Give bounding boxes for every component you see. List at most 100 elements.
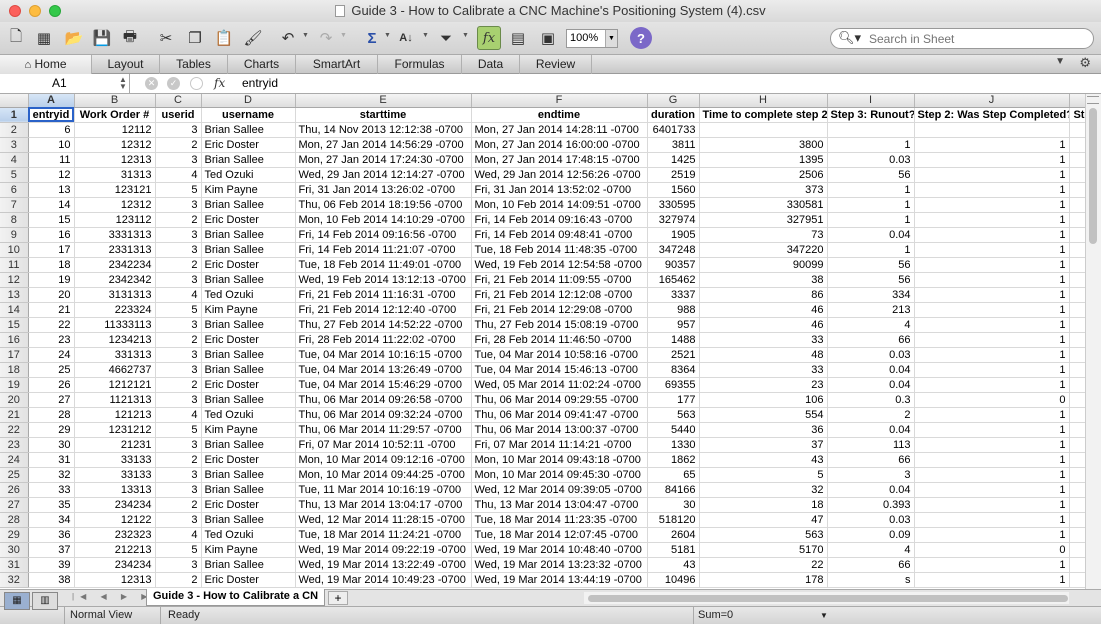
cell[interactable] — [1069, 287, 1085, 303]
cell[interactable]: 1862 — [647, 452, 700, 468]
collapse-ribbon-icon[interactable]: ▼ — [1055, 56, 1065, 67]
cell[interactable]: 46 — [699, 302, 828, 318]
cell[interactable]: 29 — [28, 422, 75, 438]
row-header[interactable]: 13 — [0, 287, 29, 303]
add-sheet-button[interactable]: + — [328, 591, 348, 605]
cell[interactable]: Mon, 10 Mar 2014 09:44:25 -0700 — [295, 467, 472, 483]
cell[interactable]: 123112 — [74, 212, 156, 228]
close-window-button[interactable] — [9, 5, 21, 17]
cell[interactable]: 1425 — [647, 152, 700, 168]
cell[interactable] — [1069, 242, 1085, 258]
cell[interactable]: 1 — [914, 137, 1070, 153]
cell[interactable]: Tue, 04 Mar 2014 10:58:16 -0700 — [471, 347, 648, 363]
cell[interactable]: 3 — [155, 242, 202, 258]
cell[interactable]: Wed, 12 Mar 2014 11:28:15 -0700 — [295, 512, 472, 528]
cell[interactable]: 16 — [28, 227, 75, 243]
cell[interactable]: 1 — [914, 407, 1070, 423]
cell[interactable] — [1069, 317, 1085, 333]
cell[interactable]: 2 — [155, 497, 202, 513]
cell[interactable]: Mon, 10 Mar 2014 09:43:18 -0700 — [471, 452, 648, 468]
cell[interactable]: 327974 — [647, 212, 700, 228]
cell[interactable]: 27 — [28, 392, 75, 408]
cell[interactable]: 36 — [699, 422, 828, 438]
cell[interactable]: 347220 — [699, 242, 828, 258]
row-header[interactable]: 3 — [0, 137, 29, 153]
cell[interactable]: Fri, 14 Feb 2014 09:48:41 -0700 — [471, 227, 648, 243]
cell[interactable]: 1395 — [699, 152, 828, 168]
cell[interactable]: 2 — [155, 572, 202, 588]
cell[interactable]: 43 — [699, 452, 828, 468]
cell[interactable]: 23 — [28, 332, 75, 348]
cell[interactable]: 5181 — [647, 542, 700, 558]
page-layout-view-button[interactable]: ▥ — [32, 592, 58, 610]
cell[interactable]: Thu, 06 Feb 2014 18:19:56 -0700 — [295, 197, 472, 213]
row-header[interactable]: 29 — [0, 527, 29, 543]
cell[interactable]: 1 — [914, 257, 1070, 273]
cell[interactable]: 213 — [827, 302, 915, 318]
cell[interactable]: Eric Doster — [201, 332, 296, 348]
minimize-window-button[interactable] — [29, 5, 41, 17]
print-icon[interactable]: 🖶 — [118, 26, 142, 50]
cell[interactable]: Mon, 10 Feb 2014 14:10:29 -0700 — [295, 212, 472, 228]
cell[interactable]: 8364 — [647, 362, 700, 378]
cell[interactable]: 5440 — [647, 422, 700, 438]
cell[interactable]: 6 — [28, 122, 75, 138]
tab-data[interactable]: Data — [462, 55, 520, 74]
name-box-stepper-icon[interactable]: ▲ ▼ — [119, 76, 127, 91]
name-box[interactable]: A1 ▲ ▼ — [0, 74, 130, 93]
cell[interactable]: Thu, 13 Mar 2014 13:04:47 -0700 — [471, 497, 648, 513]
cell[interactable]: Fri, 21 Feb 2014 11:09:55 -0700 — [471, 272, 648, 288]
filter-dropdown-icon[interactable]: ▼ — [462, 32, 469, 39]
cell[interactable]: Fri, 28 Feb 2014 11:22:02 -0700 — [295, 332, 472, 348]
cell[interactable]: Brian Sallee — [201, 317, 296, 333]
cell[interactable]: 2342234 — [74, 257, 156, 273]
cell[interactable]: 0.393 — [827, 497, 915, 513]
cell[interactable]: 32 — [28, 467, 75, 483]
cell[interactable]: Wed, 29 Jan 2014 12:14:27 -0700 — [295, 167, 472, 183]
cell[interactable]: 3 — [155, 392, 202, 408]
cell[interactable]: Wed, 19 Mar 2014 09:22:19 -0700 — [295, 542, 472, 558]
cell[interactable]: Brian Sallee — [201, 557, 296, 573]
cell[interactable]: 1330 — [647, 437, 700, 453]
cell[interactable]: 21 — [28, 302, 75, 318]
cell[interactable] — [1069, 182, 1085, 198]
row-header[interactable]: 30 — [0, 542, 29, 558]
cell[interactable] — [1069, 302, 1085, 318]
undo-dropdown-icon[interactable]: ▼ — [302, 32, 309, 39]
cell[interactable]: Fri, 21 Feb 2014 11:16:31 -0700 — [295, 287, 472, 303]
cell[interactable]: Thu, 06 Mar 2014 11:29:57 -0700 — [295, 422, 472, 438]
cell[interactable]: 2 — [155, 257, 202, 273]
cell[interactable]: 0.04 — [827, 377, 915, 393]
cell[interactable]: 3 — [155, 197, 202, 213]
cell[interactable]: 1 — [914, 482, 1070, 498]
cell[interactable]: 1 — [914, 272, 1070, 288]
gear-icon[interactable]: ⚙ — [1079, 55, 1091, 71]
cell[interactable]: 13313 — [74, 482, 156, 498]
column-header[interactable]: A — [28, 94, 75, 108]
header-cell[interactable]: username — [201, 107, 296, 123]
cell[interactable]: 3 — [155, 512, 202, 528]
cell[interactable]: Mon, 27 Jan 2014 17:48:15 -0700 — [471, 152, 648, 168]
cell[interactable]: 1 — [827, 212, 915, 228]
cell[interactable]: 21231 — [74, 437, 156, 453]
cell[interactable]: Fri, 21 Feb 2014 12:12:08 -0700 — [471, 287, 648, 303]
cell[interactable]: s — [827, 572, 915, 588]
cell[interactable]: 0.04 — [827, 362, 915, 378]
cell[interactable]: 4 — [155, 527, 202, 543]
row-header[interactable]: 12 — [0, 272, 29, 288]
row-header[interactable]: 5 — [0, 167, 29, 183]
row-header[interactable]: 6 — [0, 182, 29, 198]
cell[interactable]: 518120 — [647, 512, 700, 528]
cell[interactable]: Tue, 18 Mar 2014 11:23:35 -0700 — [471, 512, 648, 528]
cell[interactable]: 56 — [827, 272, 915, 288]
cell[interactable]: 3 — [155, 557, 202, 573]
cell[interactable]: Kim Payne — [201, 182, 296, 198]
cell[interactable]: Wed, 19 Mar 2014 10:48:40 -0700 — [471, 542, 648, 558]
cell[interactable] — [1069, 512, 1085, 528]
templates-gallery-icon[interactable]: ▦ — [32, 26, 56, 50]
cell[interactable]: Eric Doster — [201, 572, 296, 588]
cell[interactable]: Thu, 14 Nov 2013 12:12:38 -0700 — [295, 122, 472, 138]
cell[interactable]: 1 — [914, 497, 1070, 513]
cell[interactable]: 373 — [699, 182, 828, 198]
cell[interactable]: 66 — [827, 557, 915, 573]
